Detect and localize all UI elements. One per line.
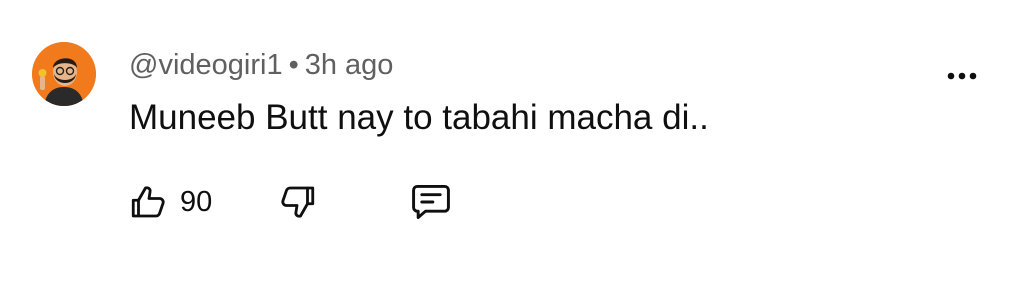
comment-header: @videogiri1 • 3h ago (129, 47, 393, 83)
thumb-down-icon (281, 186, 315, 218)
separator-dot: • (288, 49, 299, 81)
comment-body: Muneeb Butt nay to tabahi macha di.. (129, 98, 709, 137)
dislike-button[interactable] (276, 180, 318, 224)
more-vert-icon (947, 72, 977, 80)
timestamp: 3h ago (304, 49, 394, 81)
like-button[interactable]: 90 (128, 180, 212, 224)
avatar[interactable] (32, 42, 96, 106)
comment-item: @videogiri1 • 3h ago Muneeb Butt nay to ta… (0, 0, 1024, 294)
author-handle[interactable]: @videogiri1 (129, 49, 283, 81)
more-options-button[interactable] (938, 60, 986, 92)
thumb-up-icon (131, 186, 165, 218)
like-count: 90 (180, 186, 213, 218)
reply-button[interactable] (408, 180, 454, 224)
avatar-illustration-icon (32, 42, 96, 106)
comment-icon (412, 184, 450, 220)
